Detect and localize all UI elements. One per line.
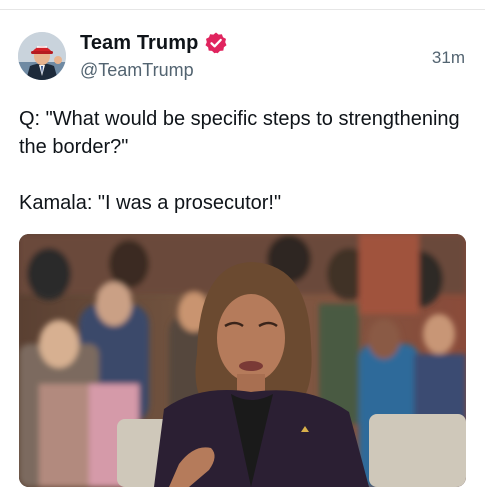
timestamp[interactable]: 31m [432,48,465,68]
tweet-text: Q: "What would be specific steps to stre… [19,105,469,217]
top-divider [0,0,485,10]
avatar-photo-icon [18,32,66,80]
avatar[interactable] [18,32,66,80]
tweet-text-line: Q: "What would be specific steps to stre… [19,108,460,158]
display-name-row: Team Trump [80,30,228,56]
media-photo-icon [19,234,466,487]
tweet-card[interactable]: Team Trump @TeamTrump 31m Q: "What would… [0,10,485,500]
author-handle[interactable]: @TeamTrump [80,60,228,81]
tweet-text-line: Kamala: "I was a prosecutor!" [19,192,282,214]
verified-badge-icon [204,31,228,55]
display-name[interactable]: Team Trump [80,32,198,55]
author-block: Team Trump @TeamTrump [80,30,228,81]
media-image[interactable] [19,234,466,487]
